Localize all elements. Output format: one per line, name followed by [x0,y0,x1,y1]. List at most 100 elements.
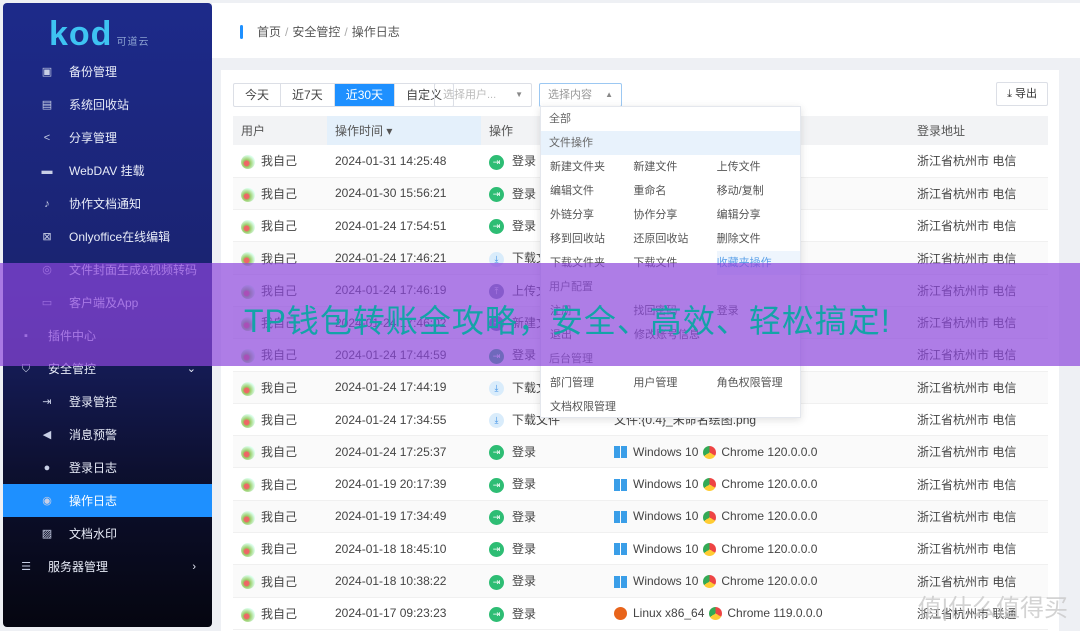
dropdown-option[interactable]: 删除文件 [717,227,800,251]
sidebar-item-1[interactable]: ▤ 系统回收站 [3,88,212,121]
col-user: 用户 [233,116,327,145]
breadcrumb-security[interactable]: 安全管控 [292,23,340,40]
dropdown-option[interactable]: 协作分享 [633,203,716,227]
export-button[interactable]: ⤓ 导出 [996,82,1048,106]
dropdown-option[interactable]: 编辑文件 [550,179,633,203]
table-row[interactable]: 我自己 2024-01-18 18:45:10 ⇥ 登录 Windows 10 Ch… [233,532,1048,566]
content-select[interactable]: 选择内容 ▲ [539,83,622,107]
table-row[interactable]: 我自己 2024-01-19 20:17:39 ⇥ 登录 Windows 10 Ch… [233,467,1048,501]
cell-address: 浙江省杭州市 电信 [909,371,1048,404]
caret-up-icon: ▲ [605,90,613,99]
sidebar-item-14[interactable]: ▨ 文档水印 [3,517,212,550]
dropdown-option[interactable]: 上传文件 [717,155,800,179]
chevron-icon: › [192,560,196,573]
cell-detail: Windows 10 Chrome 120.0.0.0 [606,564,909,598]
sidebar-item-2[interactable]: < 分享管理 [3,121,212,154]
avatar [241,187,255,202]
dropdown-option[interactable]: 重命名 [633,179,716,203]
avatar [241,543,255,558]
dropdown-option[interactable]: 部门管理 [550,371,633,395]
windows-icon [614,446,627,459]
date-range-tabs: 今天 近7天 近30天 自定义 [233,83,455,107]
bell-icon: ♪ [44,197,50,210]
cell-address: 浙江省杭州市 电信 [909,435,1048,469]
cell-detail: Windows 10 Chrome 120.0.0.0 [606,532,909,566]
sidebar-item-0[interactable]: ▣ 备份管理 [3,55,212,88]
cell-address: 浙江省杭州市 电信 [909,532,1048,566]
ubuntu-icon [614,607,627,621]
chrome-icon [709,607,723,621]
cell-detail: Linux x86_64 Chrome 119.0.0.0 [606,597,909,630]
login-icon: ⇥ [489,542,504,558]
dropdown-option[interactable]: 新建文件夹 [550,155,633,179]
sidebar-item-15[interactable]: ☰ 服务器管理 › [3,550,212,583]
sidebar-item-label: 操作日志 [69,494,118,508]
sidebar-item-12[interactable]: ● 登录日志 [3,451,212,484]
chrome-icon [703,445,717,459]
sidebar-item-label: WebDAV 挂载 [69,164,145,178]
dropdown-group-title[interactable]: 全部 [541,107,800,131]
sidebar-item-label: 登录管控 [69,395,118,409]
range-7days[interactable]: 近7天 [281,84,335,106]
caret-down-icon: ▼ [515,90,523,99]
dropdown-option[interactable]: 文档权限管理 [550,395,634,419]
dropdown-option[interactable]: 编辑分享 [717,203,800,227]
sidebar-item-5[interactable]: ⊠ Onlyoffice在线编辑 [3,220,212,253]
sidebar-item-10[interactable]: ⇥ 登录管控 [3,385,212,418]
cell-user: 我自己 [233,435,327,469]
sidebar-item-label: Onlyoffice在线编辑 [69,230,171,244]
cell-time: 2024-01-24 17:34:55 [327,403,481,437]
sidebar-item-13[interactable]: ◉ 操作日志 [3,484,212,517]
cell-op: ⇥登录 [481,532,606,566]
dropdown-option[interactable]: 角色权限管理 [717,371,800,395]
cell-time: 2024-01-31 14:25:48 [327,145,481,178]
dropdown-option[interactable]: 外链分享 [550,203,633,227]
login-icon: ⇥ [489,574,504,590]
user-select[interactable]: 选择用户... ▼ [434,83,532,107]
cell-address: 浙江省杭州市 电信 [909,467,1048,501]
cell-detail: Windows 10 Chrome 120.0.0.0 [606,435,909,469]
range-30days[interactable]: 近30天 [334,84,396,106]
dropdown-option[interactable]: 用户管理 [633,371,716,395]
login-icon: ⇥ [489,154,504,170]
sidebar-item-4[interactable]: ♪ 协作文档通知 [3,187,212,220]
col-time[interactable]: 操作时间 ▾ [327,116,481,145]
login-icon: ⇥ [42,395,52,408]
sidebar-item-label: 分享管理 [69,131,118,145]
location-icon: ◉ [42,494,52,507]
avatar [241,478,255,493]
login-icon: ⇥ [489,219,504,235]
cell-op: ⇥登录 [481,435,606,469]
breadcrumb-home[interactable]: 首页 [257,23,281,40]
sidebar-item-label: 文档水印 [69,527,118,541]
cell-time: 2024-01-24 17:54:51 [327,209,481,243]
cell-address: 浙江省杭州市 电信 [909,500,1048,534]
sidebar-item-11[interactable]: ◀ 消息预警 [3,418,212,451]
dropdown-option[interactable]: 移动/复制 [717,179,800,203]
login-icon: ⇥ [489,187,504,203]
sidebar-item-3[interactable]: ▬ WebDAV 挂载 [3,154,212,187]
table-row[interactable]: 我自己 2024-01-19 17:34:49 ⇥ 登录 Windows 10 Ch… [233,500,1048,534]
cell-user: 我自己 [233,467,327,501]
cell-user: 我自己 [233,177,327,211]
sidebar-item-label: 服务器管理 [48,560,109,574]
breadcrumb-current: 操作日志 [351,25,400,39]
dropdown-option[interactable]: 新建文件 [633,155,716,179]
dropdown-group-title[interactable]: 文件操作 [541,131,800,155]
dropdown-option[interactable]: 还原回收站 [633,227,716,251]
range-today[interactable]: 今天 [234,84,282,106]
down-icon: ⤓ [489,413,504,429]
down-icon: ⤓ [489,380,504,396]
cell-time: 2024-01-24 17:44:19 [327,371,481,404]
avatar [241,220,255,235]
table-row[interactable]: 我自己 2024-01-24 17:25:37 ⇥ 登录 Windows 10 Ch… [233,435,1048,469]
office-icon: ⊠ [42,230,52,243]
logo: kod 可道云 [49,15,150,53]
dropdown-option[interactable]: 移到回收站 [550,227,633,251]
avatar [241,155,255,170]
cell-op: ⇥登录 [481,597,606,630]
backup-icon: ▣ [41,65,53,78]
cell-time: 2024-01-24 17:25:37 [327,435,481,469]
cell-time: 2024-01-18 18:45:10 [327,532,481,566]
breadcrumb: 首页 / 安全管控 / 操作日志 [240,23,400,40]
